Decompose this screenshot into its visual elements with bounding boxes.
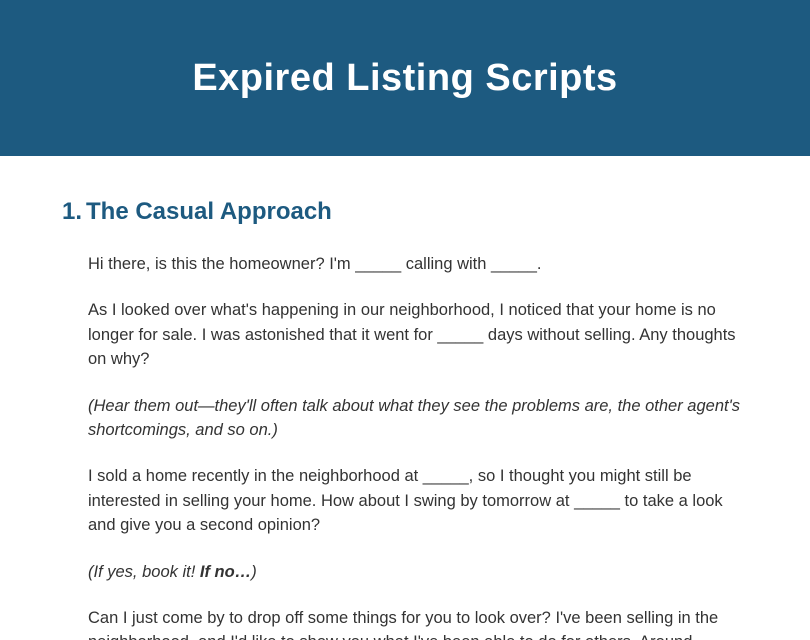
- note-post: ): [251, 563, 257, 581]
- section-heading: 1.The Casual Approach: [62, 198, 748, 226]
- section-body: Hi there, is this the homeowner? I'm ___…: [62, 252, 748, 640]
- script-note: (If yes, book it! If no…): [88, 560, 748, 584]
- note-pre: (If yes, book it!: [88, 563, 200, 581]
- script-note: (Hear them out—they'll often talk about …: [88, 394, 748, 443]
- note-strong: If no…: [200, 563, 251, 581]
- page-title: Expired Listing Scripts: [192, 57, 617, 100]
- section-number: 1.: [62, 198, 82, 225]
- section-title-text: The Casual Approach: [86, 198, 332, 225]
- content-area: 1.The Casual Approach Hi there, is this …: [0, 156, 810, 640]
- script-paragraph: Can I just come by to drop off some thin…: [88, 606, 748, 640]
- banner: Expired Listing Scripts: [0, 0, 810, 156]
- script-paragraph: Hi there, is this the homeowner? I'm ___…: [88, 252, 748, 276]
- script-paragraph: As I looked over what's happening in our…: [88, 298, 748, 371]
- script-paragraph: I sold a home recently in the neighborho…: [88, 464, 748, 537]
